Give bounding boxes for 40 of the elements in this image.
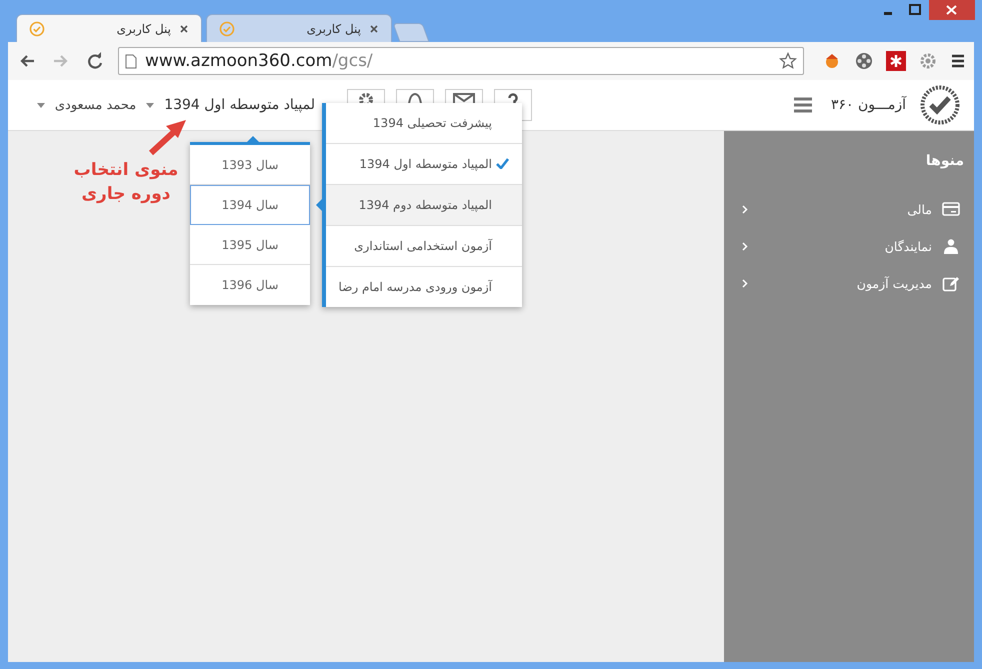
current-period-dropdown[interactable]: لمپیاد متوسطه اول 1394 [164,97,316,113]
caret-icon[interactable] [36,102,45,108]
menu-item[interactable]: سال 1393 [190,145,310,185]
logo-check-icon [920,85,960,125]
credit-card-icon [942,200,960,218]
brand-name: آزمـــون ۳۶۰ [831,97,906,113]
tab-title: پنل کاربری [116,22,171,36]
browser-tab[interactable]: پنل کاربری [16,14,202,42]
user-icon [942,238,960,256]
arrow-icon [148,118,188,156]
close-icon[interactable] [179,24,189,34]
page-icon [125,54,137,68]
menu-item[interactable]: آزمون استخدامی استانداری [326,226,522,267]
annotation-text: منوی انتخاب دوره جاری [72,159,180,206]
favicon-check-icon [219,20,235,36]
sidebar-title: منوها [924,153,965,169]
browser-tab[interactable]: پنل کاربری [206,14,392,42]
close-icon[interactable] [369,24,379,34]
menu-item[interactable]: سال 1396 [190,265,310,305]
star-icon[interactable] [779,52,797,70]
caret-icon[interactable] [146,102,154,108]
chevron-icon [742,279,748,288]
close-icon[interactable] [929,0,975,20]
chevron-icon [742,205,748,214]
menu-item[interactable]: آزمون ورودی مدرسه امام رضا [326,267,522,307]
tab-title: پنل کاربری [306,22,361,36]
edit-icon [942,274,960,292]
film-reel-icon[interactable] [854,51,874,71]
favicon-check-icon [29,20,45,36]
menu-item[interactable]: پیشرفت تحصیلی 1394 [326,103,522,144]
chevron-icon [742,242,748,251]
reload-icon[interactable] [86,52,104,70]
address-bar[interactable]: www.azmoon360.com/gcs/ [118,47,804,75]
gear-icon[interactable] [918,51,938,71]
asterisk-icon[interactable] [886,51,906,71]
menu-icon[interactable] [950,53,966,69]
url-text: www.azmoon360.com/gcs/ [145,51,374,71]
user-name-dropdown[interactable]: محمد مسعودی [54,98,136,112]
menu-item[interactable]: سال 1395 [190,225,310,265]
menu-item[interactable]: سال 1394 [190,185,310,225]
